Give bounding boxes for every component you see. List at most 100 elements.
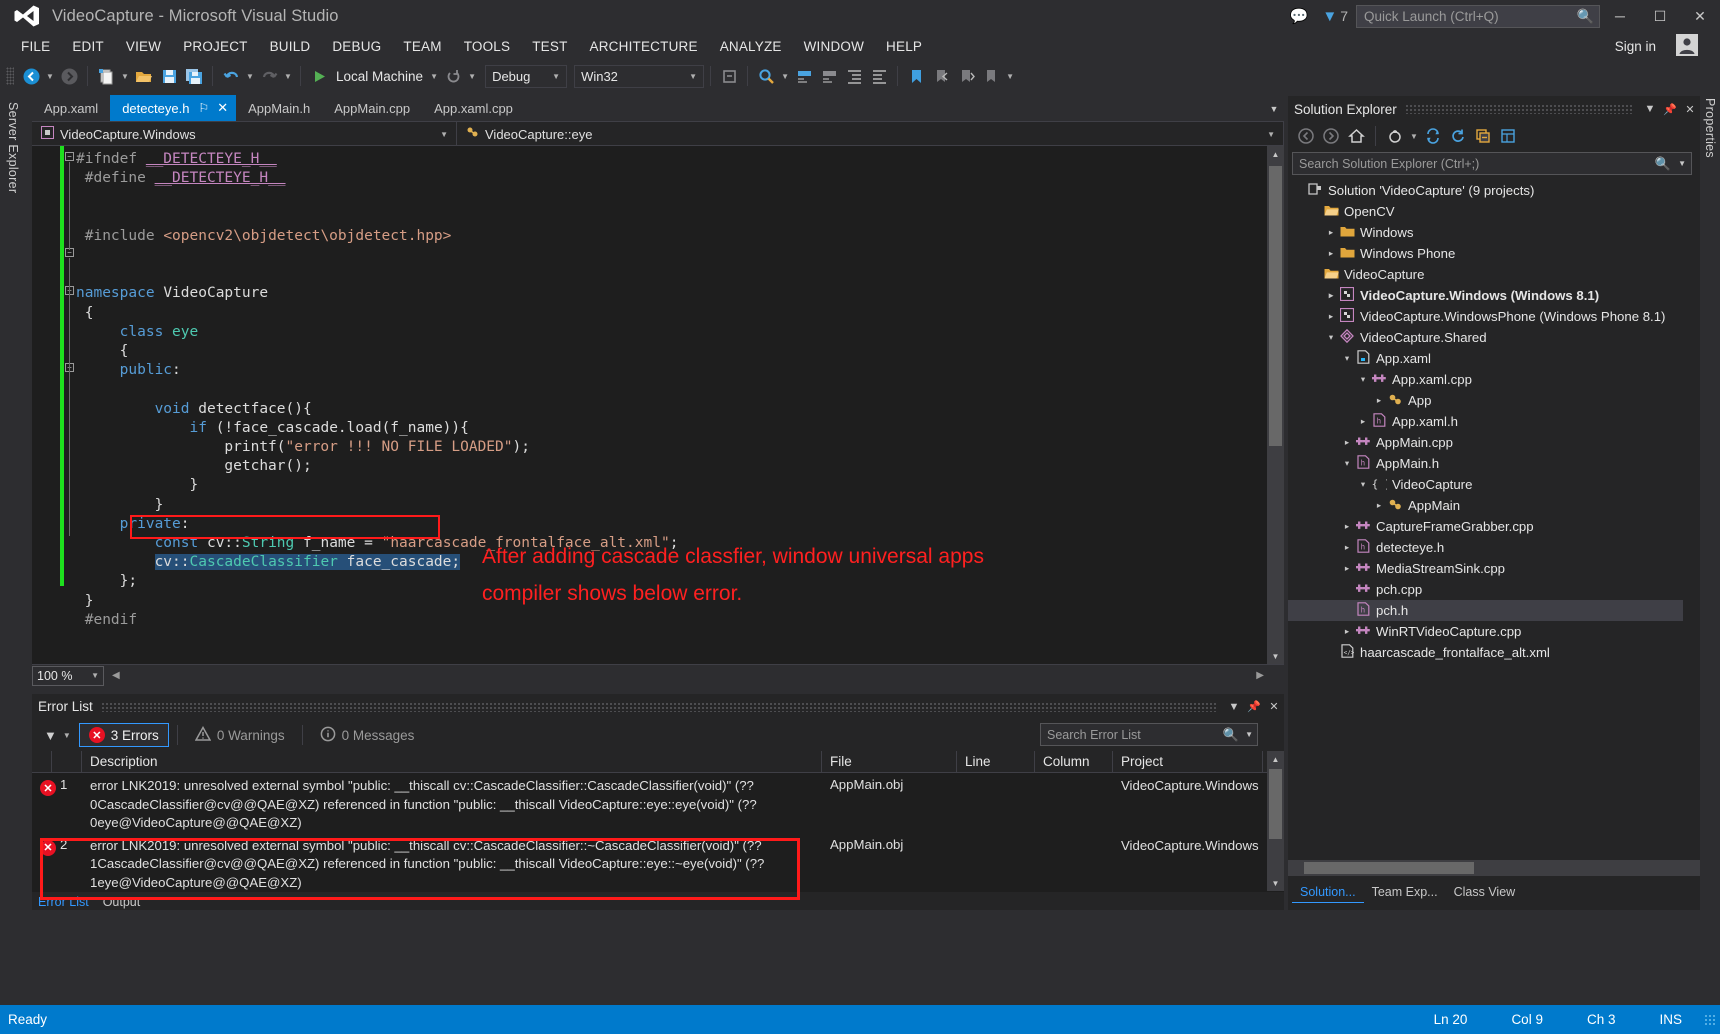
- document-tab-App-xaml[interactable]: App.xaml: [32, 95, 110, 121]
- bookmark-icon[interactable]: [904, 64, 928, 88]
- save-all-icon[interactable]: [182, 64, 206, 88]
- scroll-up-arrow[interactable]: ▲: [1267, 146, 1284, 162]
- bookmark-next-icon[interactable]: [954, 64, 978, 88]
- scroll-right-arrow[interactable]: ▶: [1256, 670, 1264, 681]
- collapsed-triangle-icon[interactable]: ▸: [1340, 521, 1354, 532]
- collapsed-triangle-icon[interactable]: ▸: [1324, 227, 1338, 238]
- scroll-down-arrow[interactable]: ▼: [1267, 875, 1284, 891]
- solution-tree-item[interactable]: ▸ Windows Phone: [1288, 243, 1700, 264]
- close-icon[interactable]: ✕: [1264, 695, 1284, 719]
- feedback-icon[interactable]: 💬: [1283, 7, 1316, 25]
- scroll-up-arrow[interactable]: ▲: [1267, 751, 1284, 767]
- solution-tree-item[interactable]: h pch.h: [1288, 600, 1700, 621]
- undo-chevron-icon[interactable]: ▼: [244, 72, 256, 81]
- solution-tree-item[interactable]: ▸ Windows: [1288, 222, 1700, 243]
- home-icon[interactable]: [1344, 124, 1368, 148]
- editor-indicator-margin[interactable]: [32, 146, 60, 664]
- back-history-chevron-icon[interactable]: ▼: [44, 72, 56, 81]
- document-tab-detecteye-h[interactable]: detecteye.h ⚐ ✕: [110, 95, 237, 121]
- redo-icon[interactable]: [257, 64, 281, 88]
- column-file[interactable]: File: [822, 751, 957, 772]
- platform-combo[interactable]: Win32 ▼: [574, 64, 705, 88]
- column-project[interactable]: Project: [1113, 751, 1263, 772]
- step-into-icon[interactable]: [717, 64, 741, 88]
- pending-changes-icon[interactable]: [1383, 124, 1407, 148]
- expanded-triangle-icon[interactable]: ▾: [1324, 332, 1338, 343]
- solution-tree-item[interactable]: ▸ h detecteye.h: [1288, 537, 1700, 558]
- menu-item-tools[interactable]: TOOLS: [453, 36, 522, 57]
- drag-dots[interactable]: [100, 701, 1216, 712]
- sign-in-link[interactable]: Sign in: [1615, 32, 1656, 60]
- menu-item-analyze[interactable]: ANALYZE: [709, 36, 793, 57]
- navbar-project-dropdown[interactable]: VideoCapture.Windows ▼: [32, 122, 457, 146]
- undo-icon[interactable]: [219, 64, 243, 88]
- solution-hscroll-thumb[interactable]: [1304, 862, 1474, 874]
- minimize-button[interactable]: ─: [1600, 0, 1640, 32]
- menu-item-view[interactable]: VIEW: [115, 36, 172, 57]
- pin-icon[interactable]: ⚐: [198, 101, 209, 115]
- open-file-icon[interactable]: [132, 64, 156, 88]
- properties-rail[interactable]: Properties: [1700, 96, 1720, 976]
- chevron-down-icon[interactable]: ▼: [1224, 695, 1244, 719]
- menu-item-edit[interactable]: EDIT: [61, 36, 115, 57]
- solution-tree-item[interactable]: OpenCV: [1288, 201, 1700, 222]
- toolbar-grip[interactable]: [6, 67, 14, 85]
- search-icon[interactable]: 🔍: [1577, 8, 1594, 25]
- error-list-row[interactable]: ✕ 1 error LNK2019: unresolved external sym…: [32, 773, 1284, 833]
- zoom-level-combo[interactable]: 100 % ▼: [32, 665, 104, 686]
- magnifier-icon[interactable]: 🔍: [1655, 156, 1671, 172]
- solution-tree-item[interactable]: ▾ VideoCapture.Shared: [1288, 327, 1700, 348]
- solution-tree-item[interactable]: ▸ VideoCapture.Windows (Windows 8.1): [1288, 285, 1700, 306]
- error-scroll-thumb[interactable]: [1269, 769, 1282, 839]
- navigate-back-icon[interactable]: [19, 64, 43, 88]
- chevron-down-icon[interactable]: ▼: [1408, 132, 1420, 141]
- show-properties-icon[interactable]: [1496, 124, 1520, 148]
- start-debug-play-icon[interactable]: [307, 64, 331, 88]
- menu-item-help[interactable]: HELP: [875, 36, 933, 57]
- solution-tree-item[interactable]: ▸ AppMain: [1288, 495, 1700, 516]
- column-line[interactable]: Line: [957, 751, 1035, 772]
- solution-tree-item[interactable]: ▸ AppMain.cpp: [1288, 432, 1700, 453]
- sync-with-active-document-icon[interactable]: [1421, 124, 1445, 148]
- error-grid-scrollbar[interactable]: ▲ ▼: [1267, 751, 1284, 891]
- collapsed-triangle-icon[interactable]: ▸: [1372, 395, 1386, 406]
- filter-chevron-icon[interactable]: ▼: [63, 731, 71, 740]
- bookmark-clear-icon[interactable]: [979, 64, 1003, 88]
- bookmark-prev-icon[interactable]: [929, 64, 953, 88]
- collapsed-triangle-icon[interactable]: ▸: [1340, 563, 1354, 574]
- collapsed-triangle-icon[interactable]: ▸: [1324, 290, 1338, 301]
- restart-chevron-icon[interactable]: ▼: [466, 72, 478, 81]
- editor-vertical-scrollbar[interactable]: ↕ ▲ ▼: [1267, 146, 1284, 664]
- solution-panel-tab-2[interactable]: Class View: [1446, 882, 1524, 902]
- expanded-triangle-icon[interactable]: ▾: [1356, 479, 1370, 490]
- solution-tree-vscrollbar[interactable]: [1683, 180, 1700, 856]
- solution-tree-item[interactable]: ▸ VideoCapture.WindowsPhone (Windows Phon…: [1288, 306, 1700, 327]
- navigate-forward-icon[interactable]: [57, 64, 81, 88]
- document-tab-App-xaml-cpp[interactable]: App.xaml.cpp: [422, 95, 525, 121]
- menu-item-test[interactable]: TEST: [521, 36, 578, 57]
- save-icon[interactable]: [157, 64, 181, 88]
- menu-item-project[interactable]: PROJECT: [172, 36, 258, 57]
- pin-icon[interactable]: 📌: [1660, 97, 1680, 121]
- expanded-triangle-icon[interactable]: ▾: [1356, 374, 1370, 385]
- configuration-combo[interactable]: Debug ▼: [485, 64, 568, 88]
- scroll-down-arrow[interactable]: ▼: [1267, 648, 1284, 664]
- chevron-down-icon[interactable]: ▼: [1678, 159, 1686, 168]
- menu-item-architecture[interactable]: ARCHITECTURE: [579, 36, 709, 57]
- collapsed-triangle-icon[interactable]: ▸: [1340, 626, 1354, 637]
- solution-tree-item[interactable]: ▸ App: [1288, 390, 1700, 411]
- menu-item-team[interactable]: TEAM: [392, 36, 452, 57]
- indent-icon[interactable]: [842, 64, 866, 88]
- collapsed-triangle-icon[interactable]: ▸: [1372, 500, 1386, 511]
- solution-tree-item[interactable]: </> haarcascade_frontalface_alt.xml: [1288, 642, 1700, 663]
- new-project-chevron-icon[interactable]: ▼: [119, 72, 131, 81]
- document-tab-AppMain-h[interactable]: AppMain.h: [236, 95, 322, 121]
- restart-icon[interactable]: [441, 64, 465, 88]
- collapsed-triangle-icon[interactable]: ▸: [1324, 311, 1338, 322]
- solution-tree-item[interactable]: ▾ App.xaml: [1288, 348, 1700, 369]
- chevron-down-icon[interactable]: ▼: [1640, 97, 1660, 121]
- column-description[interactable]: Description: [82, 751, 822, 772]
- start-target-label[interactable]: Local Machine: [332, 69, 427, 84]
- menu-item-build[interactable]: BUILD: [259, 36, 322, 57]
- errors-filter-chip[interactable]: ✕ 3 Errors: [78, 723, 169, 747]
